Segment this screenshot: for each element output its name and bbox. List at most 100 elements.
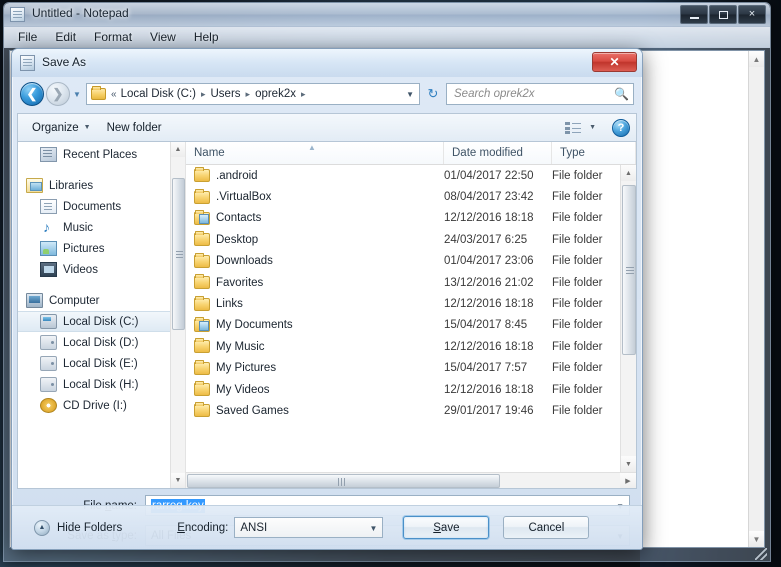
- table-row[interactable]: Saved Games 29/01/2017 19:46 File folder: [186, 400, 620, 421]
- save-button[interactable]: Save: [403, 516, 490, 539]
- sidebar-item-documents[interactable]: Documents: [18, 196, 185, 217]
- search-input[interactable]: Search oprek2x: [454, 88, 614, 100]
- table-row[interactable]: My Pictures 15/04/2017 7:57 File folder: [186, 358, 620, 379]
- table-row[interactable]: .VirtualBox 08/04/2017 23:42 File folder: [186, 186, 620, 207]
- table-row[interactable]: Contacts 12/12/2016 18:18 File folder: [186, 208, 620, 229]
- sidebar-item-cd-drive-i[interactable]: CD Drive (I:): [18, 395, 185, 416]
- sidebar-item-libraries[interactable]: Libraries: [18, 175, 185, 196]
- chevron-down-icon[interactable]: ▼: [406, 90, 414, 99]
- table-row[interactable]: My Music 12/12/2016 18:18 File folder: [186, 336, 620, 357]
- breadcrumb-overflow-icon[interactable]: «: [110, 89, 120, 100]
- breadcrumb[interactable]: « Local Disk (C:) ▸ Users ▸ oprek2x ▸ ▼: [86, 83, 420, 105]
- chevron-down-icon: ▼: [83, 124, 91, 131]
- menu-view[interactable]: View: [142, 28, 184, 46]
- encoding-select[interactable]: ANSI ▼: [234, 517, 384, 538]
- file-type: File folder: [552, 383, 603, 396]
- folder-icon: [91, 86, 106, 100]
- chevron-down-icon[interactable]: ▼: [369, 524, 377, 533]
- sidebar-item-label: Local Disk (C:): [63, 315, 139, 328]
- table-row[interactable]: Links 12/12/2016 18:18 File folder: [186, 293, 620, 314]
- resize-grip[interactable]: [755, 548, 767, 560]
- breadcrumb-segment-drive[interactable]: Local Disk (C:): [120, 88, 197, 100]
- menu-help[interactable]: Help: [186, 28, 227, 46]
- file-name-cell: My Documents: [186, 316, 444, 332]
- column-header-date-modified[interactable]: Date modified: [444, 142, 552, 164]
- file-type: File folder: [552, 212, 603, 225]
- notepad-vertical-scrollbar[interactable]: ▲ ▼: [748, 51, 764, 547]
- file-type: File folder: [552, 255, 603, 268]
- maximize-button[interactable]: [709, 5, 737, 24]
- table-row[interactable]: Desktop 24/03/2017 6:25 File folder: [186, 229, 620, 250]
- minimize-button[interactable]: [680, 5, 708, 24]
- column-header-type[interactable]: Type: [552, 142, 636, 164]
- file-type: File folder: [552, 404, 603, 417]
- sidebar-item-computer[interactable]: Computer: [18, 290, 185, 311]
- view-mode-button[interactable]: ▼: [557, 118, 604, 138]
- folder-documents-icon: [194, 316, 210, 332]
- cancel-button[interactable]: Cancel: [503, 516, 590, 539]
- sidebar-item-videos[interactable]: Videos: [18, 259, 185, 280]
- sidebar-item-label: CD Drive (I:): [63, 399, 127, 412]
- refresh-button[interactable]: ↻: [422, 83, 444, 105]
- breadcrumb-separator-icon[interactable]: ▸: [197, 89, 210, 100]
- organize-label: Organize: [32, 121, 79, 134]
- table-row[interactable]: .android 01/04/2017 22:50 File folder: [186, 165, 620, 186]
- menu-format[interactable]: Format: [86, 28, 140, 46]
- organize-button[interactable]: Organize ▼: [24, 119, 99, 137]
- notepad-icon: [10, 7, 25, 22]
- breadcrumb-separator-icon[interactable]: ▸: [242, 89, 255, 100]
- refresh-icon: ↻: [427, 86, 439, 101]
- sidebar-item-local-disk-c[interactable]: Local Disk (C:): [18, 311, 185, 332]
- sidebar-scrollbar[interactable]: ▲ ▼: [170, 142, 185, 488]
- file-name: Desktop: [216, 233, 259, 246]
- breadcrumb-separator-icon[interactable]: ▸: [297, 89, 310, 100]
- sidebar-item-recent-places[interactable]: Recent Places: [18, 144, 185, 165]
- menu-edit[interactable]: Edit: [47, 28, 84, 46]
- scroll-up-icon[interactable]: ▲: [171, 142, 185, 157]
- help-icon[interactable]: ?: [612, 118, 630, 137]
- folder-music-icon: [194, 338, 210, 354]
- scroll-down-icon[interactable]: ▼: [171, 473, 185, 488]
- table-row[interactable]: My Videos 12/12/2016 18:18 File folder: [186, 379, 620, 400]
- dialog-close-button[interactable]: ✕: [592, 52, 637, 72]
- sidebar-item-local-disk-d[interactable]: Local Disk (D:): [18, 332, 185, 353]
- scroll-up-icon[interactable]: ▲: [621, 165, 636, 181]
- file-list-scroll-thumb[interactable]: [622, 185, 636, 355]
- column-headers: Name Date modified Type ▲: [186, 142, 636, 165]
- search-box[interactable]: Search oprek2x 🔍: [446, 83, 634, 105]
- new-folder-button[interactable]: New folder: [99, 119, 170, 137]
- sidebar-item-label: Libraries: [49, 179, 94, 192]
- videos-icon: [40, 262, 57, 277]
- sidebar-item-local-disk-h[interactable]: Local Disk (H:): [18, 374, 185, 395]
- file-list-vertical-scrollbar[interactable]: ▲ ▼: [620, 165, 636, 472]
- file-list-hscroll-thumb[interactable]: [187, 474, 500, 488]
- breadcrumb-segment-users[interactable]: Users: [210, 88, 242, 100]
- notepad-close-button[interactable]: ×: [738, 5, 766, 24]
- table-row[interactable]: My Documents 15/04/2017 8:45 File folder: [186, 315, 620, 336]
- sidebar-item-local-disk-e[interactable]: Local Disk (E:): [18, 353, 185, 374]
- hide-folders-button[interactable]: ▲ Hide Folders: [34, 519, 122, 536]
- scroll-up-icon[interactable]: ▲: [749, 51, 764, 67]
- sidebar-item-music[interactable]: Music: [18, 217, 185, 238]
- file-date: 01/04/2017 22:50: [444, 169, 534, 182]
- file-name-cell: Saved Games: [186, 402, 444, 418]
- file-list-horizontal-scrollbar[interactable]: ▶: [186, 472, 636, 488]
- menu-file[interactable]: File: [10, 28, 45, 46]
- file-name: Contacts: [216, 212, 262, 225]
- table-row[interactable]: Downloads 01/04/2017 23:06 File folder: [186, 251, 620, 272]
- scroll-down-icon[interactable]: ▼: [621, 456, 636, 472]
- notepad-titlebar: Untitled - Notepad ×: [4, 3, 770, 27]
- recent-pages-button[interactable]: ▼: [70, 82, 84, 106]
- sidebar-scroll-thumb[interactable]: [172, 178, 185, 330]
- sidebar-item-pictures[interactable]: Pictures: [18, 238, 185, 259]
- encoding-value: ANSI: [240, 521, 268, 534]
- breadcrumb-segment-user[interactable]: oprek2x: [254, 88, 297, 100]
- table-row[interactable]: Favorites 13/12/2016 21:02 File folder: [186, 272, 620, 293]
- scroll-down-icon[interactable]: ▼: [749, 531, 764, 547]
- file-type: File folder: [552, 233, 603, 246]
- save-as-dialog: Save As ✕ ❮ ❯ ▼ « Local Disk (C:) ▸ User…: [11, 48, 643, 550]
- file-name: .android: [216, 169, 258, 182]
- scroll-right-icon[interactable]: ▶: [620, 473, 636, 488]
- back-button[interactable]: ❮: [20, 82, 44, 106]
